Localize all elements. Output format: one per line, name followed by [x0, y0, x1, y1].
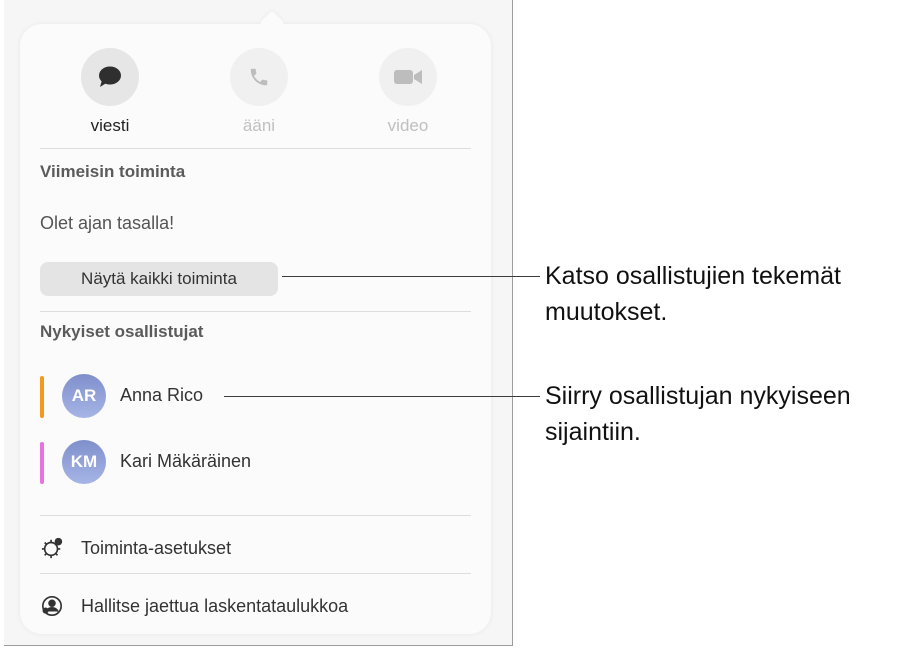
show-all-activity-button[interactable]: Näytä kaikki toiminta	[40, 262, 278, 296]
activity-settings-icon	[40, 536, 64, 560]
activity-settings-item[interactable]: Toiminta-asetukset	[40, 533, 231, 563]
participant-row[interactable]: KM Kari Mäkäräinen	[40, 438, 340, 486]
phone-icon	[230, 48, 288, 106]
callout-changes-text: Katso osallistujien tekemät muutokset.	[545, 262, 841, 326]
divider	[40, 311, 471, 312]
divider	[40, 148, 471, 149]
participant-color-bar	[40, 376, 44, 418]
popover-arrow	[259, 10, 285, 36]
manage-shared-label: Hallitse jaettua laskentataulukkoa	[81, 595, 349, 616]
message-label: viesti	[90, 116, 130, 135]
participant-name: Anna Rico	[120, 385, 204, 405]
divider	[40, 573, 471, 574]
video-button[interactable]: video	[376, 48, 440, 136]
avatar: KM	[62, 440, 106, 484]
audio-label: ääni	[242, 116, 276, 135]
callout-leader-line	[282, 276, 540, 277]
collaboration-popover: viesti ääni video Viimeisin toiminta Ole…	[20, 10, 491, 634]
message-button[interactable]: viesti	[78, 48, 142, 136]
callout-location-text: Siirry osallistujan nykyiseen sijaintiin…	[545, 382, 851, 446]
recent-activity-heading: Viimeisin toiminta	[40, 162, 186, 181]
manage-shared-spreadsheet-item[interactable]: Hallitse jaettua laskentataulukkoa	[40, 591, 348, 621]
participant-name: Kari Mäkäräinen	[120, 451, 252, 471]
divider	[40, 515, 471, 516]
participant-color-bar	[40, 442, 44, 484]
audio-button[interactable]: ääni	[227, 48, 291, 136]
manage-shared-icon	[40, 594, 64, 618]
video-label: video	[387, 116, 429, 135]
up-to-date-status: Olet ajan tasalla!	[40, 213, 175, 233]
avatar: AR	[62, 374, 106, 418]
popover-frame: viesti ääni video Viimeisin toiminta Ole…	[4, 0, 513, 646]
callout-leader-line	[224, 396, 540, 397]
current-participants-heading: Nykyiset osallistujat	[40, 322, 204, 341]
activity-settings-label: Toiminta-asetukset	[81, 537, 232, 558]
message-bubble-icon	[81, 48, 139, 106]
video-camera-icon	[379, 48, 437, 106]
